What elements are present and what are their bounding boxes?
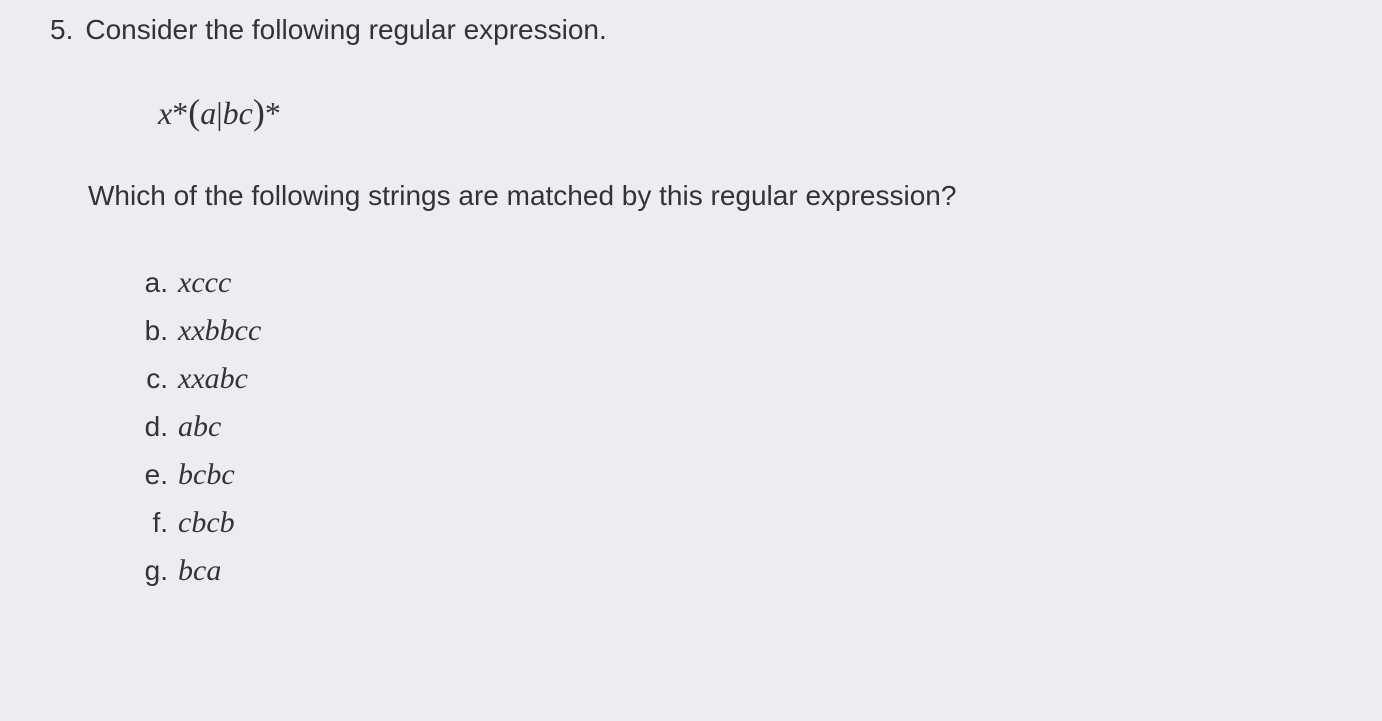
option-letter: c. (128, 357, 168, 402)
option-value: xxbbcc (178, 307, 261, 355)
option-c: c. xxabc (128, 355, 1332, 403)
option-letter: a. (128, 261, 168, 306)
option-d: d. abc (128, 403, 1332, 451)
option-a: a. xccc (128, 259, 1332, 307)
option-value: abc (178, 403, 221, 451)
formula-star2: * (265, 95, 281, 131)
formula-x: x (158, 95, 172, 131)
question-prompt: Which of the following strings are match… (88, 175, 1332, 217)
regex-formula: x*(a|bc)* (158, 91, 1332, 133)
formula-bc: bc (223, 95, 253, 131)
formula-rparen: ) (253, 92, 265, 132)
option-value: bca (178, 547, 221, 595)
options-list: a. xccc b. xxbbcc c. xxabc d. abc e. bcb… (128, 259, 1332, 595)
formula-lparen: ( (188, 92, 200, 132)
option-letter: f. (128, 501, 168, 546)
option-value: cbcb (178, 499, 235, 547)
formula-a: a (200, 95, 216, 131)
option-letter: d. (128, 405, 168, 450)
formula-star1: * (172, 95, 188, 131)
option-value: xxabc (178, 355, 248, 403)
question-number: 5. (50, 14, 73, 46)
question-header: 5. Consider the following regular expres… (50, 10, 1332, 49)
option-value: xccc (178, 259, 231, 307)
option-value: bcbc (178, 451, 235, 499)
option-letter: e. (128, 453, 168, 498)
option-e: e. bcbc (128, 451, 1332, 499)
question-intro: Consider the following regular expressio… (85, 10, 606, 49)
option-b: b. xxbbcc (128, 307, 1332, 355)
question-container: 5. Consider the following regular expres… (0, 0, 1382, 625)
option-letter: b. (128, 309, 168, 354)
option-letter: g. (128, 549, 168, 594)
option-g: g. bca (128, 547, 1332, 595)
option-f: f. cbcb (128, 499, 1332, 547)
